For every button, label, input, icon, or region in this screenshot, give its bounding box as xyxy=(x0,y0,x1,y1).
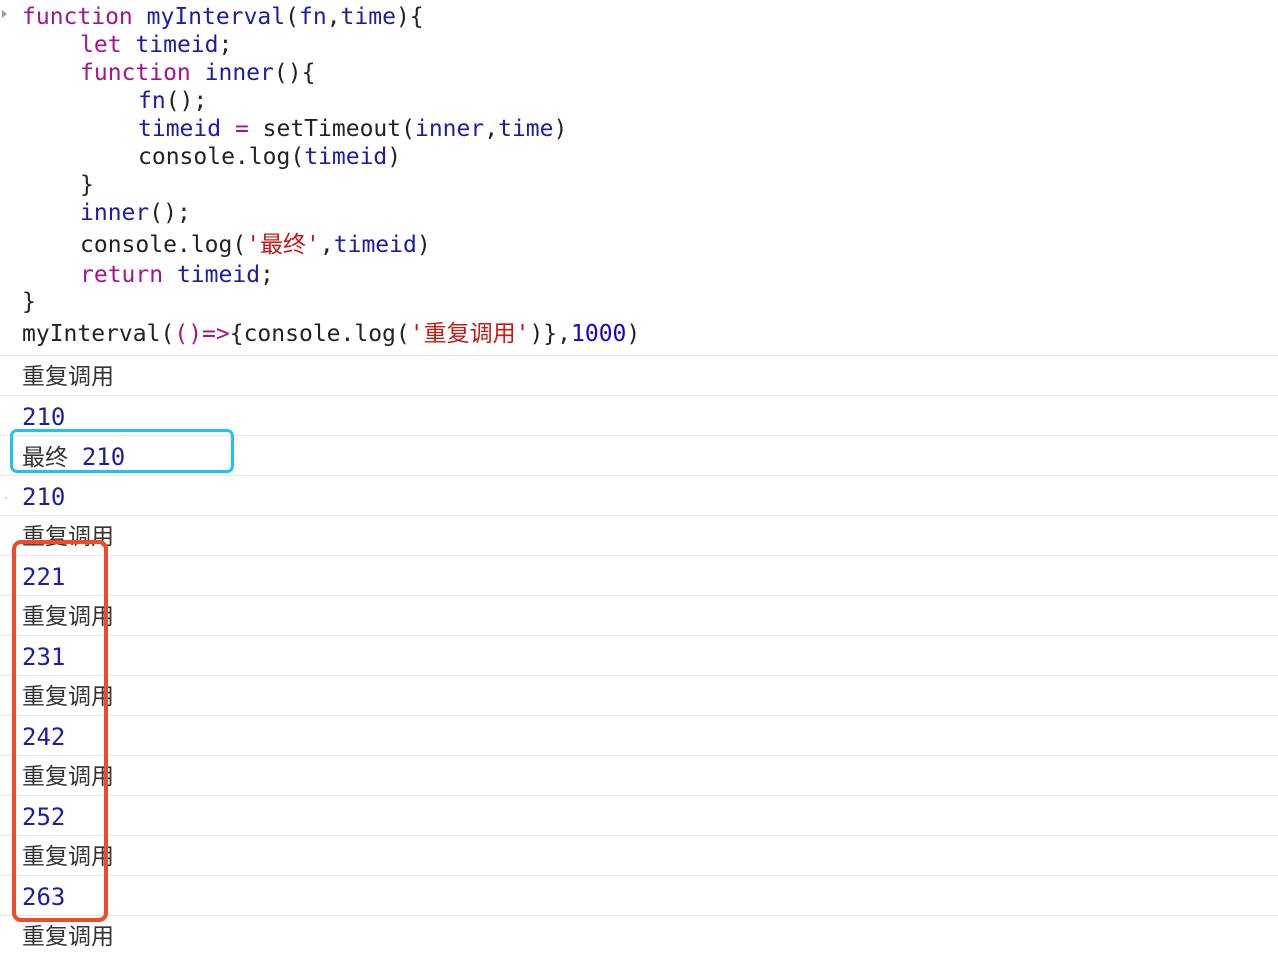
devtools-console: function myInterval(fn,time){ let timeid… xyxy=(0,0,1278,956)
punct: ; xyxy=(218,32,233,58)
punct: ( xyxy=(401,116,415,142)
argument: inner xyxy=(414,116,485,142)
function-name: myInterval xyxy=(146,4,286,30)
console-message[interactable]: 重复调用 xyxy=(0,596,1278,636)
code-line-3: function inner(){ xyxy=(80,59,315,87)
argument: time xyxy=(498,116,554,142)
punct: ) xyxy=(416,232,431,258)
console-message[interactable]: 242 xyxy=(0,716,1278,756)
call-name: setTimeout xyxy=(262,116,402,142)
punct: ; xyxy=(260,262,274,288)
punct: , xyxy=(326,4,341,30)
console-message[interactable]: 重复调用 xyxy=(0,916,1278,956)
punct: } xyxy=(80,172,94,198)
arrow-function: ()=> xyxy=(174,321,230,347)
highlight-box-blue xyxy=(10,429,234,473)
console-message[interactable]: 重复调用 xyxy=(0,516,1278,556)
console-message[interactable]: 231 xyxy=(0,636,1278,676)
keyword: return xyxy=(80,262,164,288)
string-literal: '重复调用' xyxy=(409,321,530,347)
console-message[interactable]: 重复调用 xyxy=(0,676,1278,716)
log-text: 重复调用 xyxy=(22,924,114,950)
console-message[interactable]: 重复调用 xyxy=(0,356,1278,396)
code-line-8: inner(); xyxy=(80,199,191,227)
console-message[interactable]: 重复调用 xyxy=(0,836,1278,876)
string-literal: '最终' xyxy=(246,232,320,258)
punct: ( xyxy=(290,144,305,170)
keyword: function xyxy=(22,4,133,30)
log-number: 210 xyxy=(22,483,66,511)
param: time xyxy=(340,4,396,30)
call-name: fn xyxy=(138,88,166,114)
console-message[interactable]: 221 xyxy=(0,556,1278,596)
code-line-7: } xyxy=(80,171,94,199)
punct: ( xyxy=(160,321,175,347)
keyword: let xyxy=(80,32,122,58)
return-value-icon: · xyxy=(3,493,10,504)
number-literal: 1000 xyxy=(571,321,627,347)
variable: timeid xyxy=(138,116,222,142)
highlight-box-red xyxy=(12,540,108,922)
call-name: console.log xyxy=(80,232,233,258)
code-line-1: function myInterval(fn,time){ xyxy=(22,3,424,31)
code-line-12: myInterval(()=>{console.log('重复调用')},100… xyxy=(22,320,640,348)
expand-arrow-icon[interactable] xyxy=(2,10,7,18)
punct: )} xyxy=(529,321,558,347)
console-message[interactable]: 重复调用 xyxy=(0,756,1278,796)
keyword: function xyxy=(80,60,191,86)
call-name: console.log xyxy=(138,144,291,170)
console-input-entry[interactable]: function myInterval(fn,time){ let timeid… xyxy=(0,0,1278,356)
operator: = xyxy=(221,116,263,142)
punct: ) xyxy=(626,321,641,347)
punct: , xyxy=(557,321,572,347)
punct: , xyxy=(319,232,334,258)
punct: ( xyxy=(232,232,247,258)
call-name: inner xyxy=(80,200,150,226)
punct: } xyxy=(22,289,36,315)
code-line-5: timeid = setTimeout(inner,time) xyxy=(138,115,567,143)
punct: {console.log( xyxy=(229,321,410,347)
argument: timeid xyxy=(333,232,417,258)
code-line-2: let timeid; xyxy=(80,31,232,59)
punct: ){ xyxy=(395,4,424,30)
code-line-9: console.log('最终',timeid) xyxy=(80,231,431,259)
punct: ) xyxy=(553,116,568,142)
punct: (){ xyxy=(273,60,316,86)
log-text: 重复调用 xyxy=(22,364,114,390)
console-message[interactable]: 252 xyxy=(0,796,1278,836)
argument: timeid xyxy=(304,144,388,170)
code-line-4: fn(); xyxy=(138,87,207,115)
punct: (); xyxy=(149,200,191,226)
console-return-value[interactable]: · 210 xyxy=(0,476,1278,516)
punct: ( xyxy=(285,4,299,30)
code-line-11: } xyxy=(22,288,36,316)
call-name: myInterval xyxy=(22,321,161,347)
punct: ) xyxy=(387,144,402,170)
code-line-10: return timeid; xyxy=(80,261,274,289)
variable: timeid xyxy=(135,32,219,58)
punct: , xyxy=(484,116,499,142)
param: fn xyxy=(298,4,327,30)
variable: timeid xyxy=(176,262,261,288)
code-line-6: console.log(timeid) xyxy=(138,143,401,171)
console-message[interactable]: 263 xyxy=(0,876,1278,916)
punct: (); xyxy=(165,88,208,114)
function-name: inner xyxy=(204,60,274,86)
